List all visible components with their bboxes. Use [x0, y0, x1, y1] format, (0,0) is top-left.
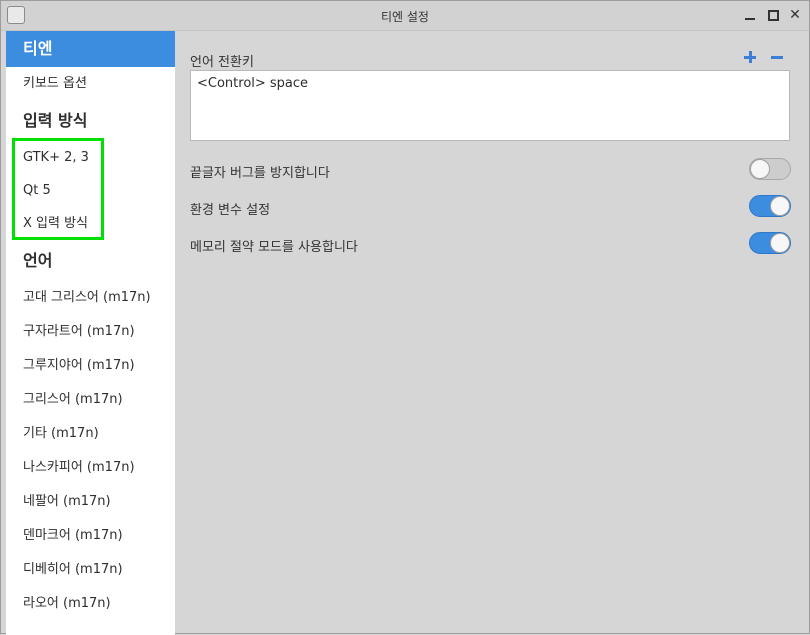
option-label-0: 끝글자 버그를 방지합니다 — [190, 166, 330, 181]
sidebar-item[interactable]: GTK+ 2, 3 — [6, 141, 175, 175]
sidebar-item: 입력 방식 — [23, 111, 88, 130]
toggle-knob — [770, 233, 790, 253]
sidebar-item[interactable]: 그루지야어 (m17n) — [6, 349, 175, 383]
sidebar-item[interactable]: 고대 그리스어 (m17n) — [6, 281, 175, 315]
sidebar-item[interactable]: X 입력 방식 — [6, 207, 175, 241]
option-label-2: 메모리 절약 모드를 사용합니다 — [190, 240, 358, 255]
minimize-icon[interactable] — [742, 7, 758, 23]
hotkey-list[interactable]: <Control> space — [190, 70, 790, 141]
toggle-knob — [770, 196, 790, 216]
sidebar-item[interactable]: 키보드 옵션 — [6, 67, 175, 101]
toggle-knob — [750, 159, 770, 179]
option-label-1: 환경 변수 설정 — [190, 203, 271, 218]
remove-icon[interactable] — [770, 50, 784, 64]
settings-window: 티엔 설정 ✕ 티엔 키보드 옵션입력 방식 GTK+ 2, 3 Qt 5X 입력 방… — [0, 0, 810, 635]
sidebar-item[interactable]: 티엔 — [6, 31, 175, 67]
add-icon[interactable] — [743, 50, 757, 64]
sidebar-item: 언어 — [23, 251, 53, 270]
option-toggle-1[interactable] — [749, 195, 791, 217]
sidebar-item[interactable]: 나스카피어 (m17n) — [6, 451, 175, 485]
sidebar-item[interactable]: 구자라트어 (m17n) — [6, 315, 175, 349]
sidebar-item[interactable]: Qt 5 — [6, 175, 175, 207]
close-icon[interactable]: ✕ — [787, 7, 803, 23]
option-toggle-2[interactable] — [749, 232, 791, 254]
option-toggle-0[interactable] — [749, 158, 791, 180]
main-panel: 언어 전환키 <Control> space 끝글자 버그를 방지합니다 환경 … — [175, 31, 809, 635]
title-bar: 티엔 설정 ✕ — [1, 1, 809, 31]
window-title: 티엔 설정 — [381, 10, 429, 24]
sidebar-item[interactable]: 기타 (m17n) — [6, 417, 175, 451]
hotkey-entry[interactable]: <Control> space — [197, 76, 783, 91]
sidebar-item[interactable]: 네팔어 (m17n) — [6, 485, 175, 519]
sidebar-item[interactable]: 라오어 (m17n) — [6, 587, 175, 621]
sidebar: 티엔 키보드 옵션입력 방식 GTK+ 2, 3 Qt 5X 입력 방식언어고대 그리… — [6, 31, 175, 635]
hotkey-label: 언어 전환키 — [190, 55, 254, 70]
maximize-icon[interactable] — [765, 7, 781, 23]
sidebar-item[interactable]: 디베히어 (m17n) — [6, 553, 175, 587]
sidebar-item[interactable]: 그리스어 (m17n) — [6, 383, 175, 417]
sidebar-item[interactable]: 덴마크어 (m17n) — [6, 519, 175, 553]
